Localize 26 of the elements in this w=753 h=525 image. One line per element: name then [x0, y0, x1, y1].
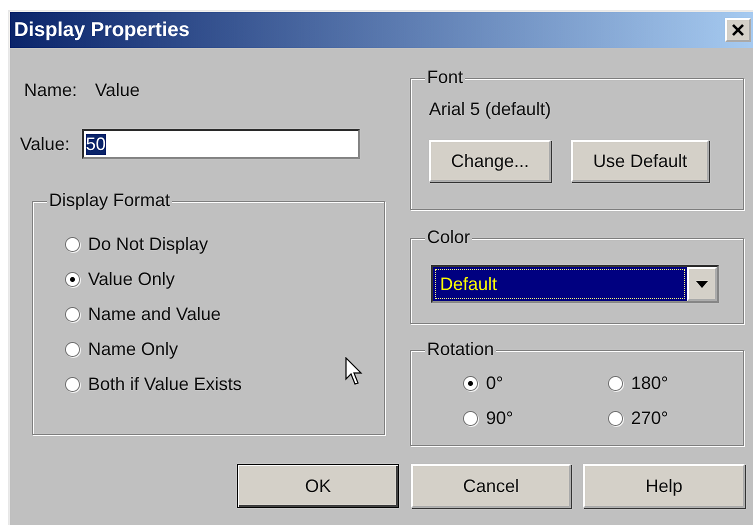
format-radio[interactable]: Name Only — [65, 339, 384, 360]
rotation-radio[interactable]: 270° — [608, 408, 728, 429]
dialog-button[interactable]: OK — [237, 464, 399, 508]
font-button[interactable]: Use Default — [571, 140, 710, 182]
dialog-button[interactable]: Help — [583, 464, 745, 508]
color-dropdown[interactable]: Default — [431, 265, 719, 303]
window-title: Display Properties — [14, 18, 190, 42]
close-icon — [731, 23, 745, 37]
format-radio[interactable]: Do Not Display — [65, 234, 384, 255]
font-name: Arial 5 (default) — [429, 99, 552, 120]
dialog-button[interactable]: Cancel — [411, 464, 571, 508]
mouse-cursor-icon — [345, 357, 365, 387]
format-radio[interactable]: Value Only — [65, 269, 384, 290]
format-radio[interactable]: Both if Value Exists — [65, 374, 384, 395]
dropdown-arrow-icon — [696, 280, 708, 288]
rotation-radio[interactable]: 90° — [463, 408, 608, 429]
format-radio[interactable]: Name and Value — [65, 304, 384, 325]
rotation-radio[interactable]: 0° — [463, 373, 608, 394]
group-title: Display Format — [47, 190, 172, 211]
name-label: Name: — [24, 80, 78, 101]
rotation-radio[interactable]: 180° — [608, 373, 728, 394]
close-button[interactable] — [725, 18, 751, 42]
name-value: Value — [95, 80, 140, 101]
value-label: Value: — [20, 134, 70, 154]
value-input[interactable]: 50 — [82, 129, 360, 159]
font-button[interactable]: Change... — [429, 140, 552, 182]
